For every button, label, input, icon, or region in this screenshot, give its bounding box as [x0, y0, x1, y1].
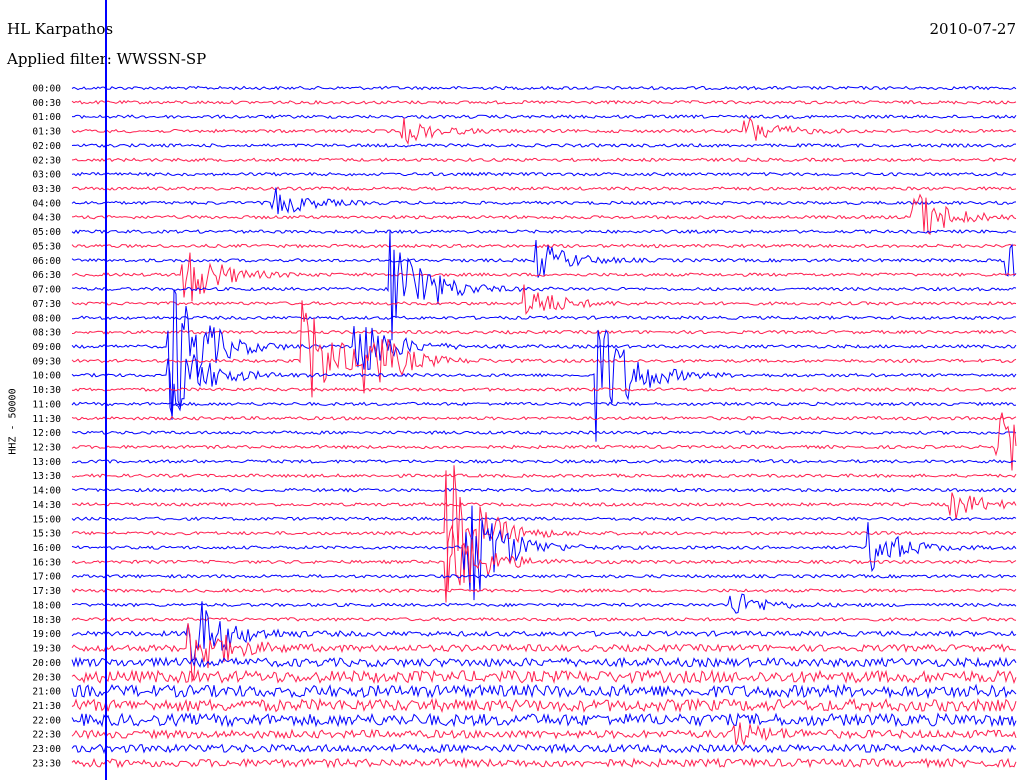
- trace-row: [71, 473, 1017, 479]
- trace-row: [71, 229, 1017, 235]
- trace-row: [71, 757, 1017, 769]
- trace-row: [71, 187, 1017, 215]
- row-time-label: 10:00: [32, 371, 61, 382]
- row-time-label: 06:00: [32, 256, 61, 267]
- trace-row: [71, 193, 1017, 236]
- row-time-label: 09:30: [32, 356, 61, 367]
- row-time-label: 01:00: [32, 112, 61, 123]
- trace-row: [71, 573, 1017, 579]
- trace-row: [71, 516, 1017, 522]
- trace-row: [72, 315, 1017, 321]
- row-time-label: 09:00: [32, 342, 61, 353]
- trace-row: [71, 186, 1017, 191]
- row-time-label: 15:00: [32, 514, 61, 525]
- row-time-label: 12:30: [32, 443, 61, 454]
- helicorder-plot: 00:00 00:30 01:00 01:30 02:00 02:30 03:00 03:30…: [32, 0, 1017, 780]
- trace-row: [71, 616, 1017, 622]
- row-time-label: 12:00: [32, 428, 61, 439]
- trace-row: [71, 401, 1017, 407]
- row-time-label: 03:00: [32, 170, 61, 181]
- row-time-label: 13:30: [32, 471, 61, 482]
- row-time-label: 20:30: [32, 672, 61, 683]
- row-time-label: 14:00: [32, 486, 61, 497]
- row-time-label: 10:30: [32, 385, 61, 396]
- trace-row: [71, 601, 1017, 662]
- trace-row: [71, 143, 1016, 148]
- row-time-label: 02:30: [32, 155, 61, 166]
- row-time-label: 02:00: [32, 141, 61, 152]
- row-time-label: 03:30: [32, 184, 61, 195]
- trace-row: [71, 656, 1017, 669]
- trace-row: [71, 505, 1017, 601]
- trace-row: [71, 117, 1017, 145]
- row-time-label: 21:30: [32, 701, 61, 712]
- trace-row: [71, 430, 1017, 436]
- trace-row: [71, 492, 1017, 520]
- row-time-label: 05:30: [32, 241, 61, 252]
- row-time-label: 19:30: [32, 644, 61, 655]
- trace-row: [71, 85, 1017, 91]
- row-time-label: 17:30: [32, 586, 61, 597]
- row-time-label: 22:30: [32, 730, 61, 741]
- trace-row: [71, 387, 1017, 393]
- trace-row: [71, 252, 1017, 302]
- row-time-label: 00:00: [32, 84, 61, 95]
- row-time-label: 08:30: [32, 328, 61, 339]
- row-time-label: 19:00: [32, 629, 61, 640]
- trace-row: [71, 114, 1017, 120]
- trace-row: [71, 593, 1017, 614]
- trace-row: [71, 171, 1017, 177]
- row-time-label: 13:00: [32, 457, 61, 468]
- row-time-label: 21:00: [32, 687, 61, 698]
- row-time-label: 20:00: [32, 658, 61, 669]
- row-time-label: 11:00: [32, 399, 61, 410]
- trace-row: [71, 458, 1017, 464]
- trace-row: [71, 99, 1017, 105]
- row-time-label: 05:00: [32, 227, 61, 238]
- row-time-label: 18:30: [32, 615, 61, 626]
- trace-row: [71, 712, 1017, 728]
- row-time-label: 18:00: [32, 600, 61, 611]
- trace-row: [71, 683, 1017, 700]
- row-time-label: 17:00: [32, 572, 61, 583]
- row-time-label: 23:00: [32, 744, 61, 755]
- trace-row: [71, 415, 1017, 421]
- row-time-label: 04:00: [32, 198, 61, 209]
- row-time-label: 04:30: [32, 213, 61, 224]
- trace-row: [71, 743, 1017, 755]
- trace-row: [71, 300, 1017, 398]
- row-time-label: 11:30: [32, 414, 61, 425]
- row-time-label: 16:00: [32, 543, 61, 554]
- trace-row: [71, 465, 1017, 591]
- row-time-label: 07:00: [32, 285, 61, 296]
- trace-row: [71, 669, 1017, 685]
- trace-row: [71, 487, 1017, 493]
- trace-row: [71, 588, 1017, 593]
- row-time-label: 08:00: [32, 313, 61, 324]
- row-time-label: 23:30: [32, 758, 61, 769]
- row-time-label: 07:30: [32, 299, 61, 310]
- trace-row: [71, 243, 1017, 249]
- row-time-label: 14:30: [32, 500, 61, 511]
- trace-row: [71, 722, 1017, 747]
- trace-row: [71, 697, 1017, 714]
- row-time-label: 22:00: [32, 715, 61, 726]
- row-time-label: 01:30: [32, 127, 61, 138]
- row-time-label: 00:30: [32, 98, 61, 109]
- row-time-label: 16:30: [32, 557, 61, 568]
- row-time-label: 15:30: [32, 529, 61, 540]
- row-time-label: 06:30: [32, 270, 61, 281]
- trace-row: [71, 157, 1017, 163]
